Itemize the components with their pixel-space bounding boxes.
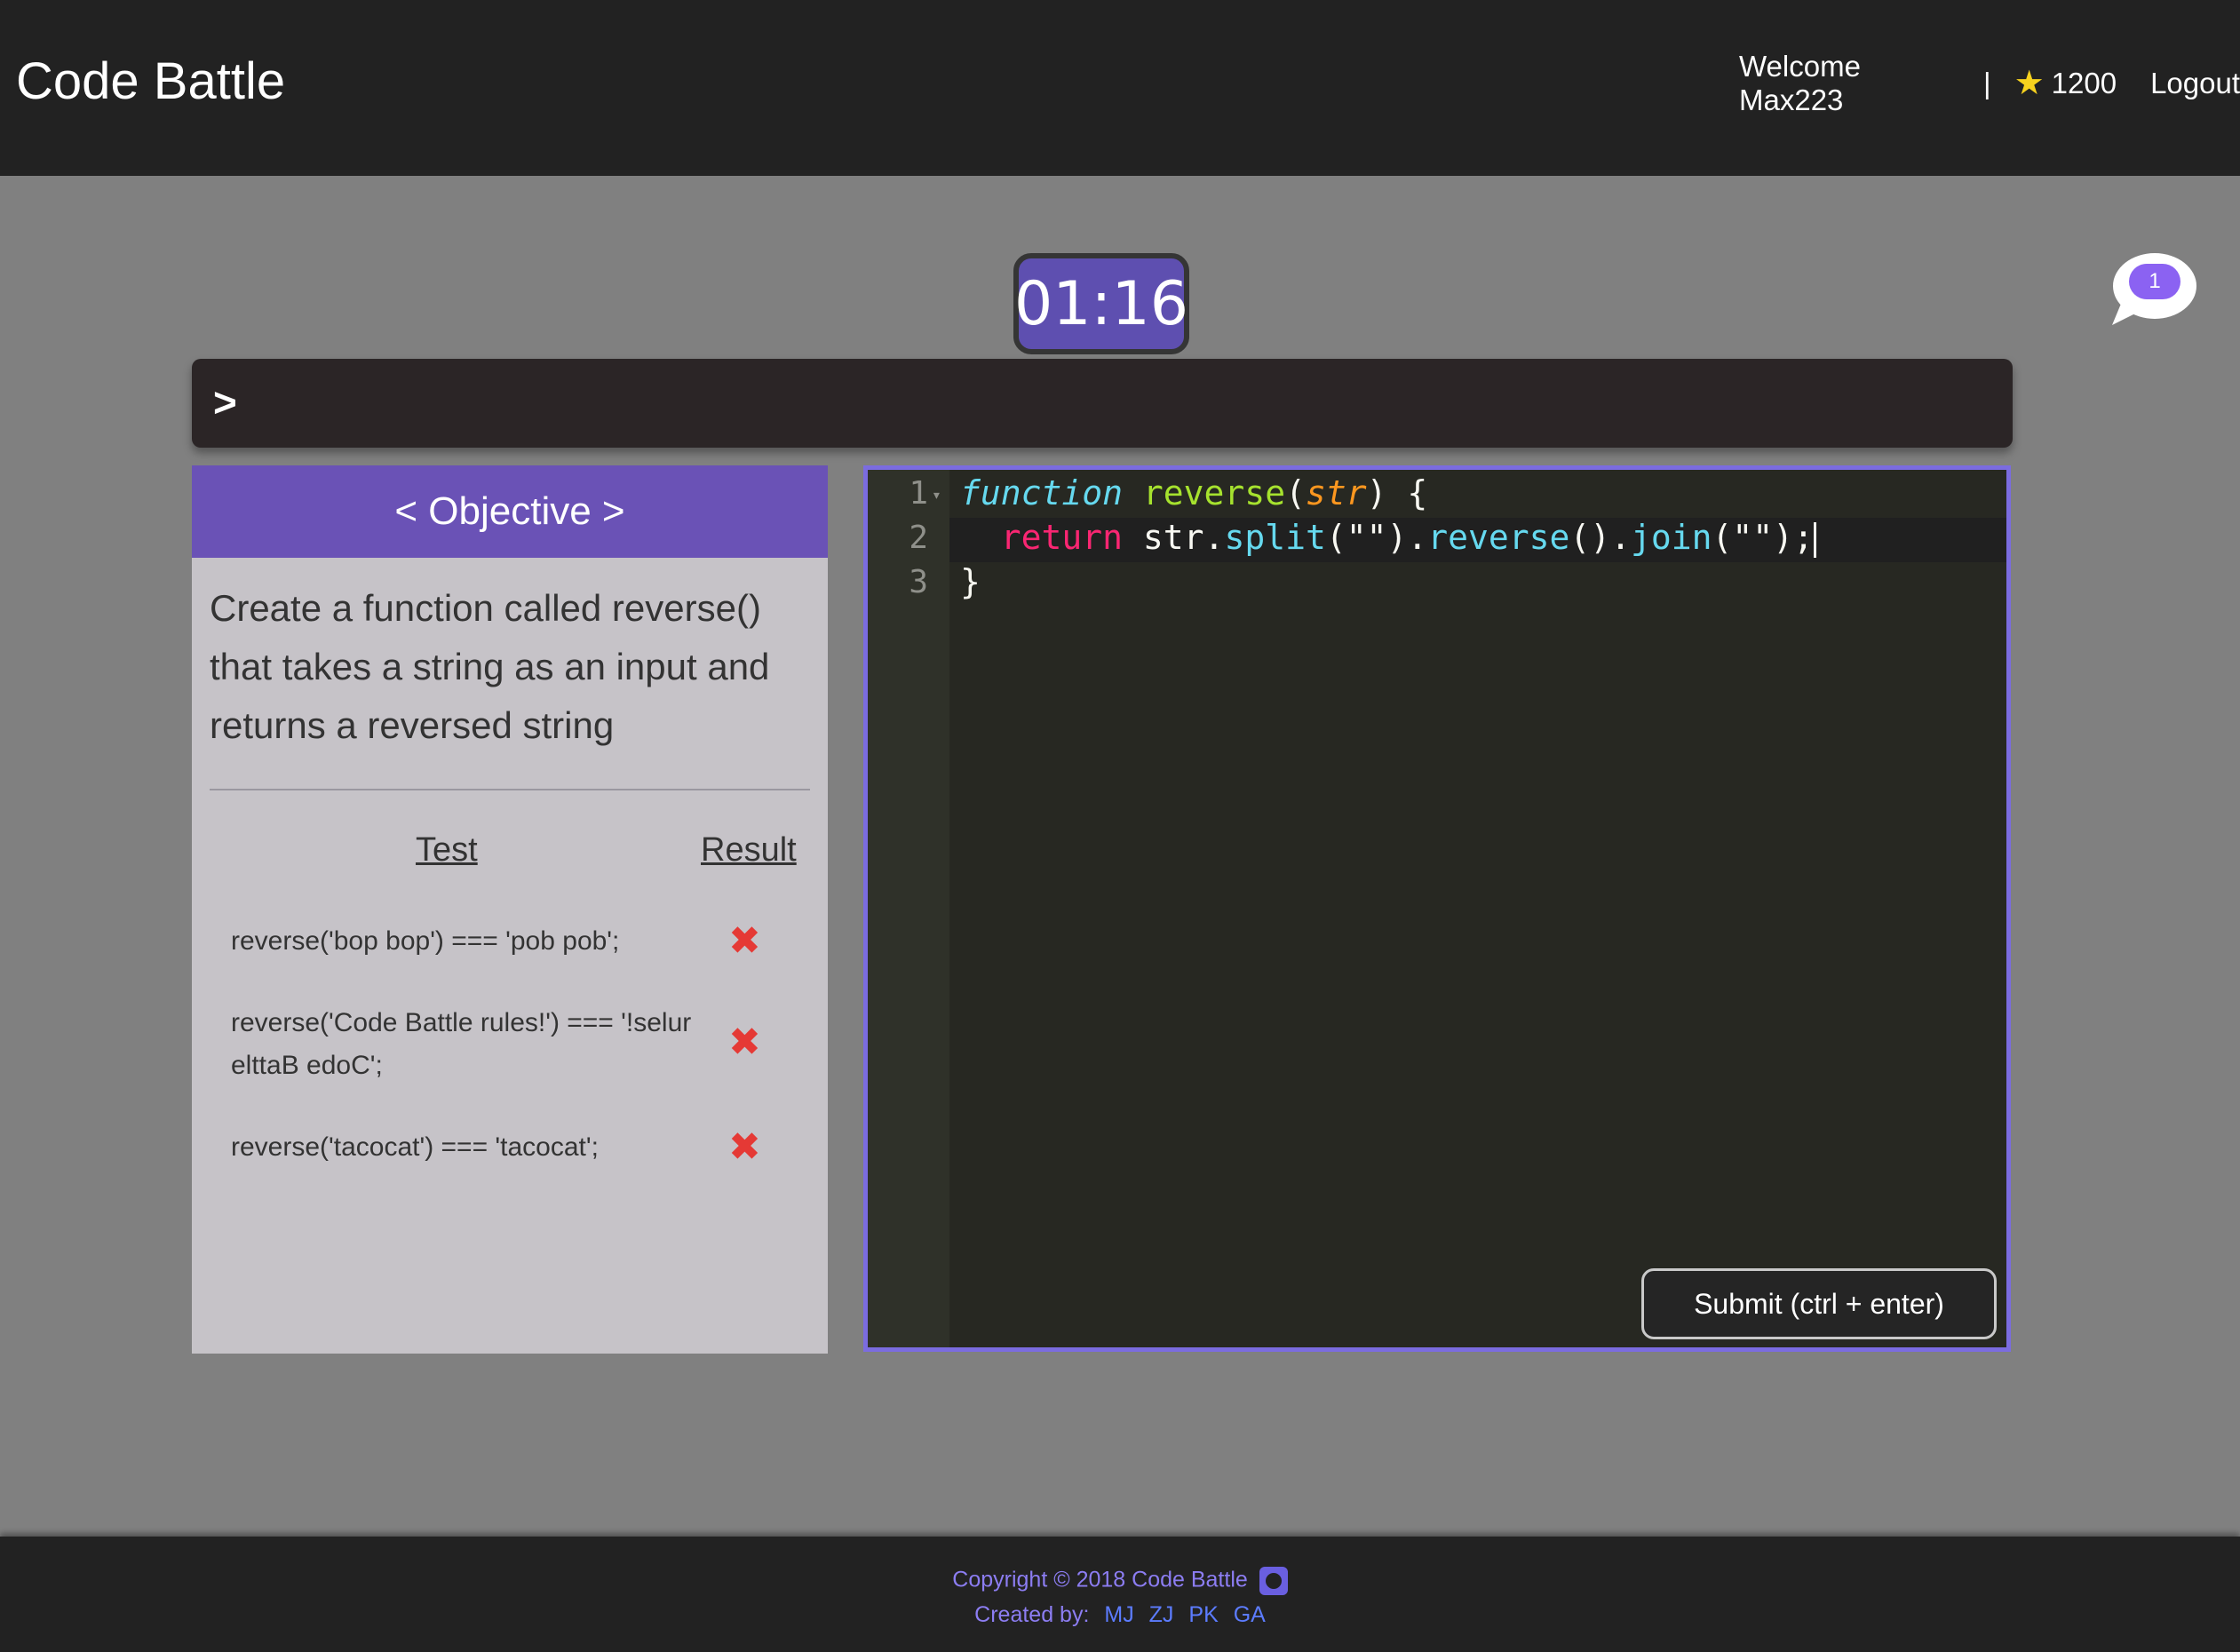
code-line-2[interactable]: return str.split("").reverse().join(""); <box>960 518 1816 558</box>
console-prompt: > <box>213 379 237 425</box>
author-link-zj[interactable]: ZJ <box>1149 1602 1174 1627</box>
logout-link[interactable]: Logout <box>2150 67 2240 100</box>
navbar: Code Battle Welcome Max223 | ★ 1200 Logo… <box>0 0 2240 176</box>
author-link-pk[interactable]: PK <box>1188 1602 1218 1627</box>
line-number: 3 <box>909 564 928 600</box>
code-line-3[interactable]: } <box>960 562 981 601</box>
nav-separator: | <box>1982 67 1991 99</box>
paren-close-brace: ) { <box>1366 473 1428 512</box>
split-args: (""). <box>1325 518 1428 557</box>
code-editor[interactable]: 1 ▾ 2 3 function reverse(str) { return s… <box>863 465 2011 1352</box>
points-value: 1200 <box>2051 67 2117 99</box>
fold-arrow-icon[interactable]: ▾ <box>932 486 941 504</box>
star-icon: ★ <box>2014 65 2045 102</box>
divider <box>210 789 810 790</box>
method-split: split <box>1224 518 1326 557</box>
test-case-1: reverse('bop bop') === 'pob pob'; <box>231 926 620 956</box>
keyword-return: return <box>1000 518 1124 557</box>
footer: Copyright © 2018 Code Battle Created by:… <box>0 1537 2240 1652</box>
objective-panel: < Objective > Create a function called r… <box>192 465 828 1354</box>
fail-icon: ✖ <box>728 1125 761 1169</box>
chat-button[interactable]: 1 <box>2109 252 2197 329</box>
function-name: reverse <box>1142 473 1286 512</box>
objective-description: Create a function called reverse() that … <box>210 587 770 746</box>
console-output: > <box>192 359 2013 448</box>
result-column-header: Result <box>701 831 797 869</box>
welcome-text: Welcome Max223 <box>1739 50 1861 116</box>
objective-header: < Objective > <box>192 465 828 558</box>
method-reverse: reverse <box>1427 518 1570 557</box>
user-menu: Welcome Max223 | ★ 1200 Logout <box>1739 50 2240 116</box>
author-link-ga[interactable]: GA <box>1234 1602 1266 1627</box>
keyword-function: function <box>960 473 1124 512</box>
code-object: str. <box>1123 518 1225 557</box>
line-number: 2 <box>909 520 928 556</box>
paren-open: ( <box>1285 473 1306 512</box>
code-line-1[interactable]: function reverse(str) { <box>960 473 1427 512</box>
method-join: join <box>1631 518 1712 557</box>
join-args: (""); <box>1712 518 1814 557</box>
line-gutter <box>868 470 949 1347</box>
author-link-mj[interactable]: MJ <box>1104 1602 1133 1627</box>
copyright-line: Copyright © 2018 Code Battle <box>0 1567 2240 1595</box>
submit-button[interactable]: Submit (ctrl + enter) <box>1641 1268 1997 1339</box>
github-icon[interactable] <box>1259 1567 1288 1595</box>
parameter: str <box>1305 473 1367 512</box>
brand-title[interactable]: Code Battle <box>16 52 285 111</box>
copyright-text: Copyright © 2018 Code Battle <box>952 1567 1248 1592</box>
test-case-2: reverse('Code Battle rules!') === '!selu… <box>231 1008 692 1080</box>
test-case-3: reverse('tacocat') === 'tacocat'; <box>231 1132 599 1162</box>
test-column-header: Test <box>416 831 478 869</box>
line-number: 1 <box>909 475 928 512</box>
fail-icon: ✖ <box>728 1021 761 1064</box>
created-by-label: Created by: <box>974 1602 1090 1627</box>
fail-icon: ✖ <box>728 919 761 963</box>
text-cursor <box>1813 521 1816 558</box>
chat-unread-badge: 1 <box>2129 264 2180 299</box>
countdown-timer: 01:16 <box>1013 253 1189 354</box>
credits-line: Created by: MJ ZJ PK GA <box>0 1602 2240 1628</box>
reverse-args: (). <box>1569 518 1632 557</box>
